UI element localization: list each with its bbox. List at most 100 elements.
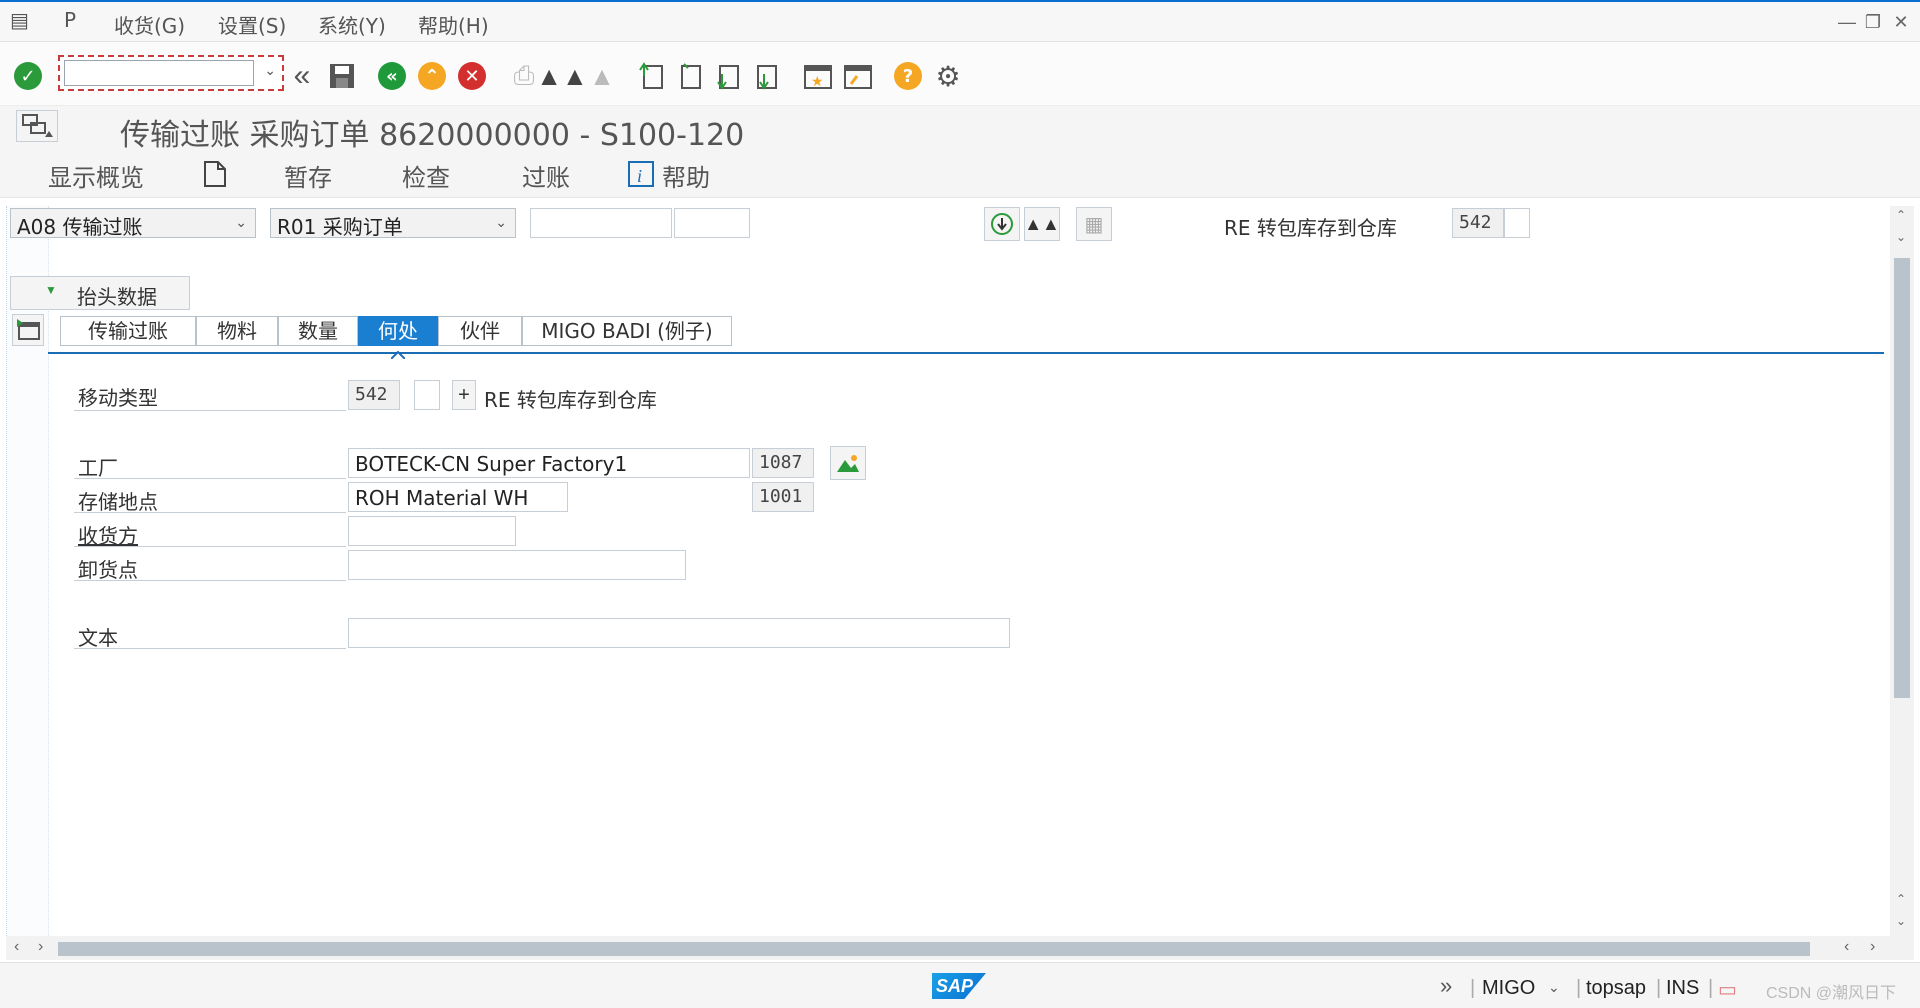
action-select-value: A08 传输过账	[17, 215, 143, 239]
post-button[interactable]: 过账	[522, 158, 570, 193]
text-field[interactable]	[348, 618, 1010, 648]
scroll-down-icon[interactable]: ⌄	[1896, 914, 1906, 928]
scroll-up-icon[interactable]: ⌃	[1896, 208, 1906, 222]
scroll-left-icon[interactable]: ‹	[1844, 938, 1849, 956]
svg-text:i: i	[637, 166, 642, 186]
previous-page-icon[interactable]	[674, 60, 706, 92]
back-icon: «	[378, 62, 406, 90]
plant-code-field[interactable]: 1087	[752, 448, 814, 478]
tab-quantity[interactable]: 数量	[278, 316, 358, 346]
movement-type-label: 移动类型	[78, 386, 158, 410]
menu-goods-receipt[interactable]: 收货(G)	[114, 10, 185, 39]
sap-logo: SAP	[932, 973, 986, 999]
movement-type-field[interactable]: 542	[348, 380, 400, 410]
help-button[interactable]: ?	[892, 60, 924, 92]
find-next-icon[interactable]: ▲	[586, 60, 618, 92]
toggle-icon: ▼	[45, 283, 57, 297]
movement-type-header-field[interactable]: 542	[1452, 208, 1504, 238]
transaction-code: MIGO	[1482, 977, 1536, 999]
document-year-input[interactable]	[674, 208, 750, 238]
help-app-button[interactable]: 帮助	[662, 158, 710, 193]
menu-settings[interactable]: 设置(S)	[218, 10, 286, 39]
document-number-input[interactable]	[530, 208, 672, 238]
scroll-right-icon[interactable]: ›	[1870, 938, 1875, 956]
find-icon[interactable]: ▲▲	[536, 60, 587, 92]
chevron-down-icon[interactable]: ⌄	[264, 62, 276, 79]
storage-location-label: 存储地点	[78, 490, 158, 514]
application-toolbar: 显示概览 暂存 检查 过账 i 帮助	[0, 150, 1920, 198]
header-data-toggle[interactable]: ▼ 抬头数据	[10, 276, 190, 310]
new-document-button[interactable]	[202, 160, 228, 194]
chevron-down-icon[interactable]: ⌄	[1548, 979, 1560, 996]
info-icon[interactable]: i	[628, 160, 654, 194]
back-button[interactable]: «	[376, 60, 408, 92]
reference-select[interactable]: R01 采购订单 ⌄	[270, 208, 516, 239]
plant-address-button[interactable]	[830, 446, 866, 480]
standard-toolbar: ✓ ⌄ « « ⌃ ✕ ⎙ ▲▲ ▲ ★ ? ⚙	[0, 42, 1920, 106]
vertical-scroll-thumb[interactable]	[1894, 258, 1910, 698]
input-mode[interactable]: INS	[1666, 977, 1699, 1000]
last-page-icon[interactable]	[750, 60, 782, 92]
enter-button[interactable]: ✓	[12, 60, 44, 92]
status-bar: SAP » | MIGO ⌄ | topsap | INS | ▭ CSDN @…	[0, 962, 1920, 1008]
menu-icon[interactable]: ▤	[10, 8, 29, 32]
shortcut-icon[interactable]	[842, 60, 874, 92]
special-stock-header-field[interactable]	[1504, 208, 1530, 238]
calculator-button[interactable]: ▦	[1076, 207, 1112, 241]
label-underline	[74, 512, 346, 513]
expand-status-icon[interactable]: »	[1440, 973, 1452, 999]
action-select[interactable]: A08 传输过账 ⌄	[10, 208, 256, 239]
minimize-icon[interactable]: —	[1836, 12, 1858, 32]
save-button[interactable]	[326, 60, 358, 92]
lock-icon: ▭	[1718, 979, 1737, 1001]
recipient-label[interactable]: 收货方	[78, 520, 138, 549]
tab-material[interactable]: 物料	[196, 316, 278, 346]
vertical-scrollbar[interactable]: ⌃ ⌄ ⌃ ⌄	[1890, 206, 1914, 936]
unloading-point-label: 卸货点	[78, 558, 138, 582]
tab-partner[interactable]: 伙伴	[438, 316, 522, 346]
unloading-point-field[interactable]	[348, 550, 686, 580]
special-stock-field[interactable]	[414, 380, 440, 410]
menu-toggle-icon[interactable]	[16, 110, 58, 142]
system-name: topsap	[1586, 977, 1647, 999]
display-overview-button[interactable]: 显示概览	[48, 158, 144, 193]
tab-migo-badi[interactable]: MIGO BADI (例子)	[522, 316, 732, 346]
plant-name-field[interactable]: BOTECK-CN Super Factory1	[348, 448, 750, 478]
storage-location-name-field[interactable]: ROH Material WH	[348, 482, 568, 512]
tab-list-button[interactable]	[12, 314, 44, 346]
sap-logo-small-icon[interactable]: P	[64, 8, 76, 32]
cancel-button[interactable]: ✕	[456, 60, 488, 92]
command-field[interactable]	[64, 60, 254, 86]
scroll-right-icon[interactable]: ›	[38, 938, 43, 956]
collapse-icon[interactable]: «	[286, 59, 318, 92]
menu-system[interactable]: 系统(Y)	[318, 10, 386, 39]
scroll-down-icon[interactable]: ⌄	[1896, 230, 1906, 244]
exit-icon: ⌃	[418, 62, 446, 90]
svg-text:★: ★	[811, 73, 824, 89]
recipient-field[interactable]	[348, 516, 516, 546]
tab-transfer-posting[interactable]: 传输过账	[60, 316, 196, 346]
horizontal-scrollbar[interactable]: ‹ › ‹ ›	[6, 936, 1914, 960]
command-field-box: ⌄	[58, 55, 284, 91]
next-page-icon[interactable]	[712, 60, 744, 92]
exit-button[interactable]: ⌃	[416, 60, 448, 92]
scroll-left-icon[interactable]: ‹	[14, 938, 19, 956]
execute-button[interactable]	[984, 207, 1020, 241]
close-window-icon[interactable]: ✕	[1890, 12, 1912, 32]
print-icon[interactable]: ⎙	[508, 60, 540, 92]
menu-help[interactable]: 帮助(H)	[418, 10, 489, 39]
tab-where[interactable]: 何处	[358, 316, 438, 346]
active-tab-pointer	[390, 346, 406, 360]
restore-icon[interactable]: ❐	[1862, 12, 1884, 32]
gear-icon[interactable]: ⚙	[932, 60, 964, 92]
check-button[interactable]: 检查	[402, 158, 450, 193]
create-session-icon[interactable]: ★	[802, 60, 834, 92]
hold-button[interactable]: 暂存	[284, 158, 332, 193]
storage-location-code-field[interactable]: 1001	[752, 482, 814, 512]
first-page-icon[interactable]	[636, 60, 668, 92]
plus-button[interactable]: +	[452, 380, 476, 410]
horizontal-scroll-thumb[interactable]	[58, 942, 1810, 956]
scroll-up-icon[interactable]: ⌃	[1896, 892, 1906, 906]
find-document-button[interactable]: ▲▲	[1024, 207, 1060, 241]
label-underline	[74, 546, 346, 547]
